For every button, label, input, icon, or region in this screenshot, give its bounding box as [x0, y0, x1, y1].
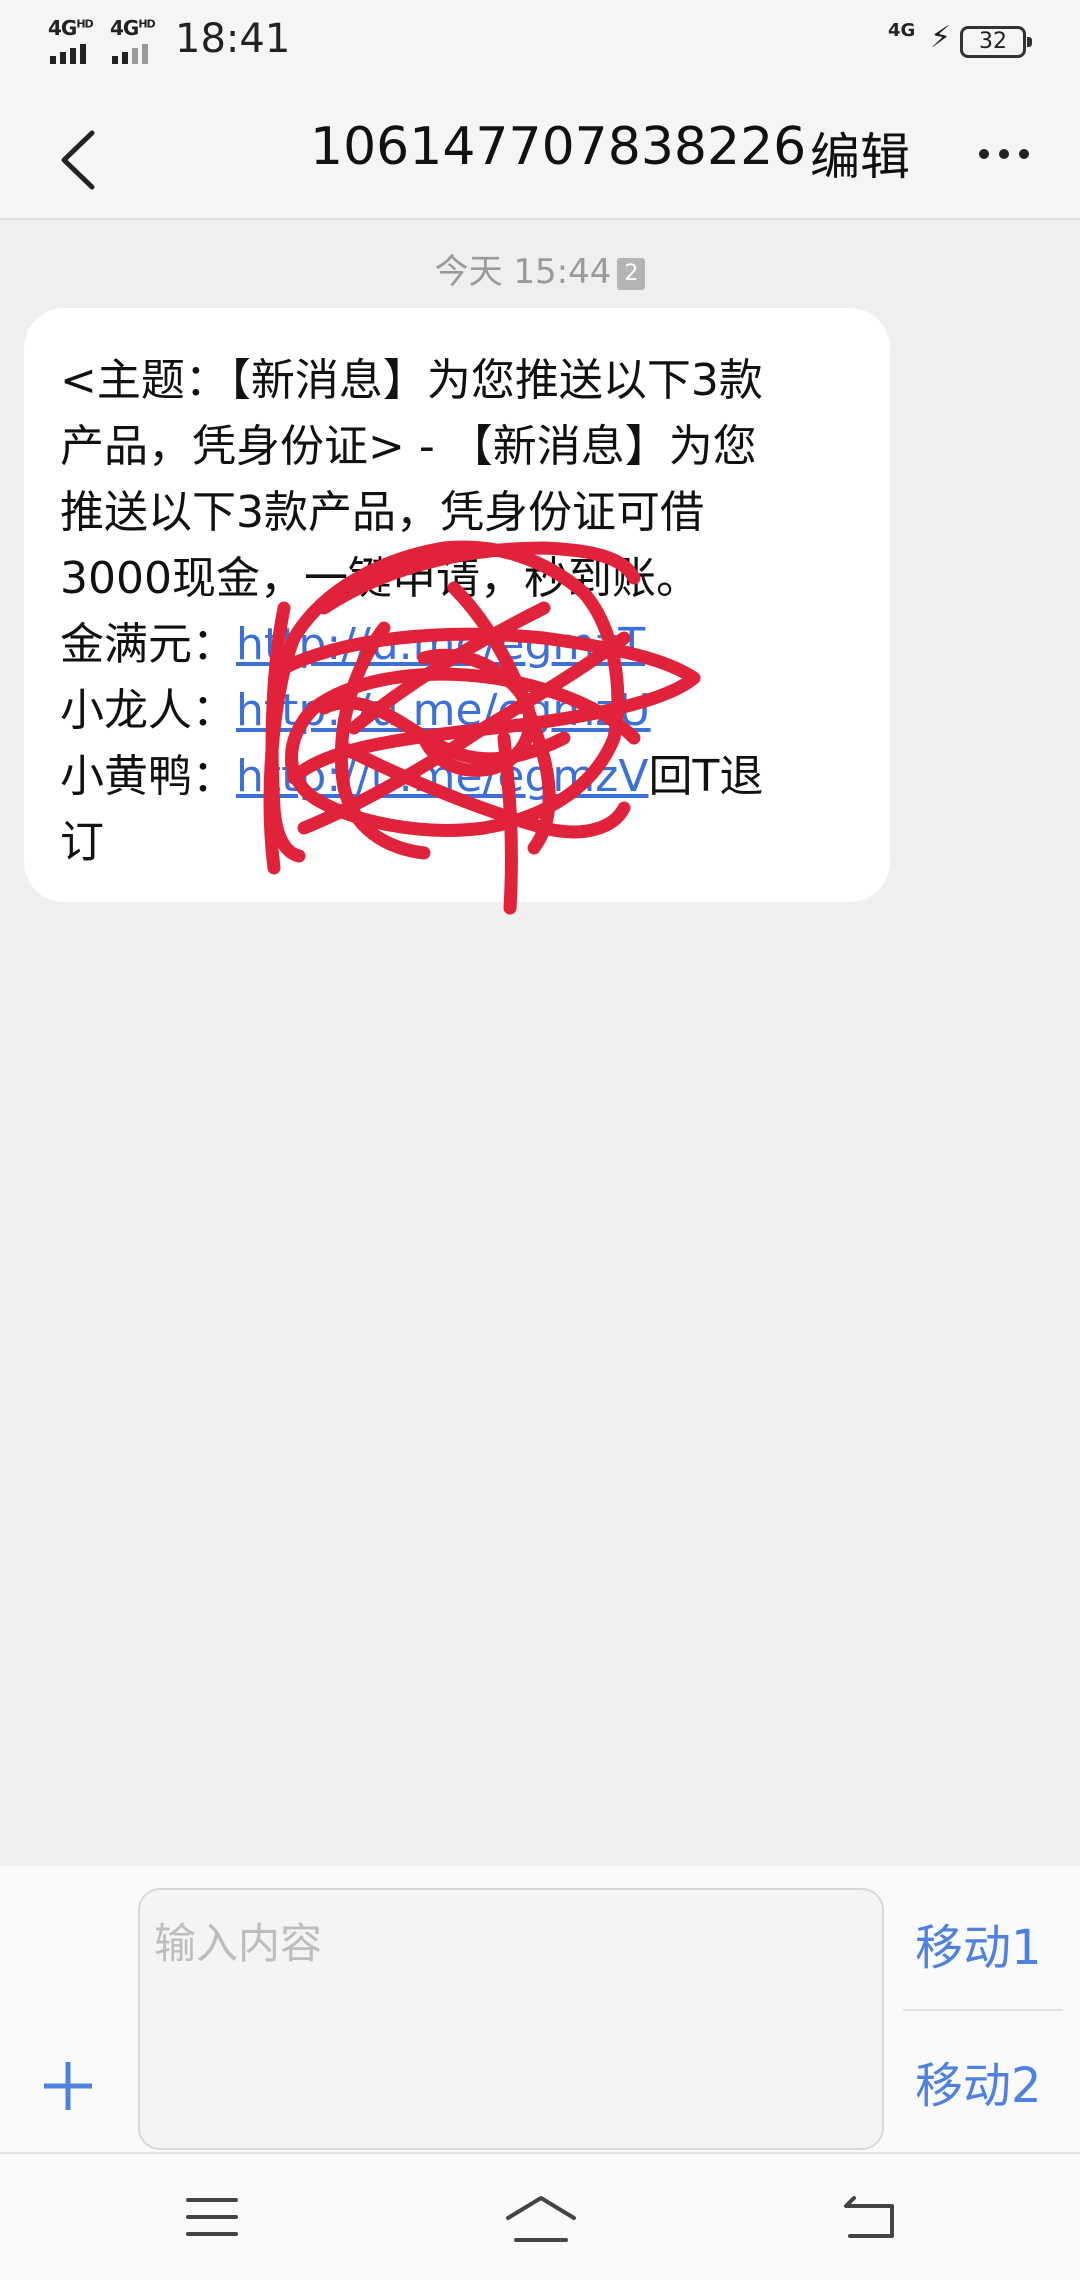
back-button[interactable]	[52, 115, 112, 205]
sim-badge: 2	[617, 258, 646, 290]
signal-bars-icon	[112, 42, 164, 64]
battery-icon: 32	[960, 26, 1032, 58]
menu-button[interactable]	[184, 2192, 240, 2246]
back-nav-button[interactable]	[840, 2192, 896, 2246]
message-line: 订	[60, 817, 104, 868]
composer-bar: 输入内容 移动1 移动2	[0, 1866, 1080, 2152]
list-item: 小黄鸭：http://u.me/egmzV回T退	[60, 744, 856, 810]
network-type: 4G	[888, 20, 916, 41]
contact-number[interactable]: 106147707838226	[310, 117, 806, 177]
system-navigation-bar	[0, 2152, 1080, 2280]
list-item: 小龙人：http://u.me/egmzU	[60, 678, 856, 744]
send-sim1-button[interactable]: 移动1	[915, 1908, 1042, 1978]
status-bar: 4GHD 4GHD 18:41 4G ⚡ 32	[0, 0, 1080, 85]
message-input[interactable]: 输入内容	[138, 1888, 884, 2150]
message-timestamp: 今天 15:44 2	[0, 244, 1080, 293]
message-link[interactable]: http://u.me/egmzT	[236, 619, 645, 670]
plus-icon	[44, 2062, 92, 2110]
message-line: <主题：【新消息】为您推送以下3款	[60, 355, 763, 406]
signal1-label: 4G	[48, 16, 77, 40]
item-label: 金满元：	[60, 619, 236, 670]
back-icon	[844, 2196, 894, 2238]
item-label: 小龙人：	[60, 685, 236, 736]
message-line: 产品，凭身份证> - 【新消息】为您	[60, 421, 757, 472]
message-link[interactable]: http://u.me/egmzV	[236, 751, 648, 802]
add-attachment-button[interactable]	[38, 2056, 98, 2116]
signal-bars-icon	[50, 42, 102, 64]
clock: 18:41	[175, 16, 291, 62]
charging-icon: ⚡	[930, 20, 952, 55]
chevron-left-icon	[61, 130, 95, 190]
more-horizontal-icon	[979, 149, 989, 159]
signal1-hd: HD	[76, 17, 93, 31]
conversation-header: 106147707838226 编辑	[0, 85, 1080, 220]
home-icon	[506, 2196, 576, 2242]
message-line: 3000现金，一键申请，秒到账。	[60, 553, 700, 604]
signal2-hd: HD	[138, 17, 155, 31]
menu-icon	[186, 2198, 238, 2236]
message-link[interactable]: http://u.me/egmzU	[236, 685, 651, 736]
send-sim2-button[interactable]: 移动2	[915, 2046, 1042, 2116]
more-options-button[interactable]	[975, 135, 1035, 175]
list-item: 金满元：http://u.me/egmzT	[60, 612, 856, 678]
home-button[interactable]	[504, 2192, 578, 2250]
divider	[903, 2009, 1063, 2011]
message-bubble[interactable]: <主题：【新消息】为您推送以下3款 产品，凭身份证> - 【新消息】为您 推送以…	[24, 308, 890, 915]
item-label: 小黄鸭：	[60, 751, 236, 802]
signal2-label: 4G	[110, 16, 139, 40]
edit-button[interactable]: 编辑	[810, 117, 910, 189]
message-line: 推送以下3款产品，凭身份证可借	[60, 487, 704, 538]
timestamp-text: 今天 15:44	[434, 252, 612, 292]
unsubscribe-text: 回T退	[648, 751, 764, 802]
message-input-placeholder: 输入内容	[154, 1919, 323, 1968]
